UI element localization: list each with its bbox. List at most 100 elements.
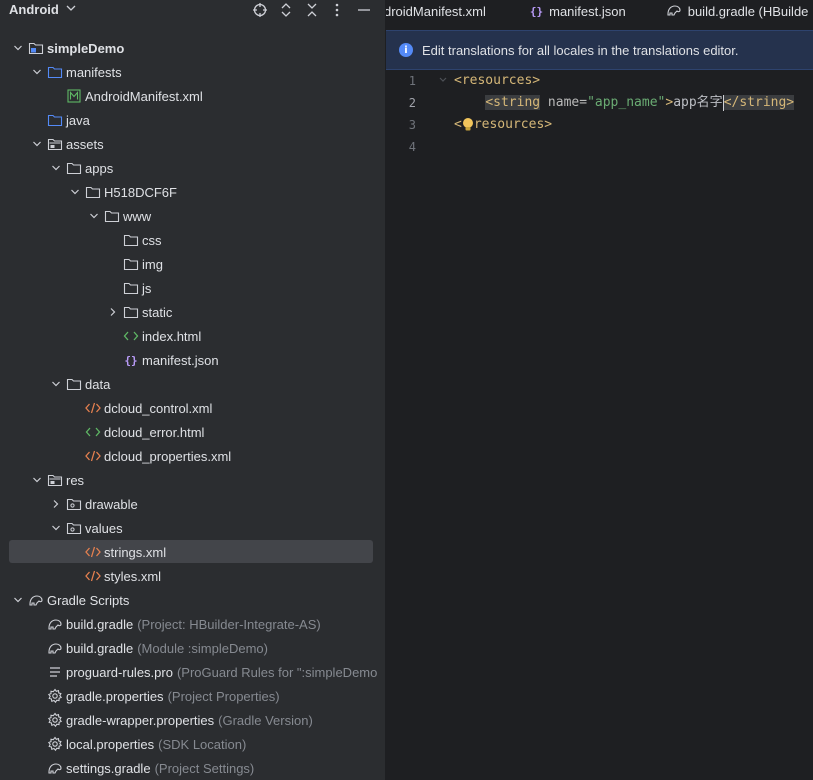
tree-item-label: values (85, 520, 123, 536)
tree-item-label: gradle.properties (66, 688, 164, 704)
tree-item-label: index.html (142, 328, 202, 344)
tree-item[interactable]: Gradle Scripts (0, 588, 385, 612)
tab-android-manifest[interactable]: droidManifest.xml (386, 0, 486, 22)
chevron-down-icon[interactable] (66, 3, 76, 13)
editor-tab-bar: droidManifest.xml {} manifest.json build… (386, 0, 813, 22)
xml-tag-close: </string> (723, 95, 795, 110)
minimize-icon[interactable] (355, 1, 373, 19)
tree-item-label: proguard-rules.pro (66, 664, 173, 680)
tree-item-label: manifest.json (142, 352, 219, 368)
xml-tag: <resources> (454, 73, 541, 88)
tree-item[interactable]: static (0, 300, 385, 324)
chevron-down-icon[interactable] (87, 209, 101, 223)
folder-icon (123, 280, 139, 296)
folder-icon (66, 160, 82, 176)
chevron-down-icon[interactable] (30, 473, 44, 487)
tree-item[interactable]: drawable (0, 492, 385, 516)
chevron-down-icon[interactable] (49, 377, 63, 391)
code-editor[interactable]: < resources> <string name="app_name">app名… (454, 70, 795, 158)
tree-item[interactable]: values (0, 516, 385, 540)
tree-item-hint: (Project Settings) (154, 760, 255, 776)
chevron-down-icon[interactable] (30, 137, 44, 151)
chevron-down-icon[interactable] (68, 185, 82, 199)
editor-area: droidManifest.xml {} manifest.json build… (385, 0, 813, 780)
tree-item-label: js (142, 280, 152, 296)
tree-item[interactable]: settings.gradle (Project Settings) (0, 756, 385, 780)
code-line-3: < resources> (454, 114, 794, 136)
tree-item[interactable]: js (0, 276, 385, 300)
tree-item[interactable]: gradle.properties (Project Properties) (0, 684, 385, 708)
expand-all-icon[interactable] (277, 1, 295, 19)
html-file-icon (85, 424, 101, 440)
tree-item[interactable]: manifests (0, 60, 385, 84)
tree-item-hint: (SDK Location) (158, 736, 247, 752)
tree-item[interactable]: local.properties (SDK Location) (0, 732, 385, 756)
tree-item[interactable]: assets (0, 132, 385, 156)
tree-item[interactable]: build.gradle (Module :simpleDemo) (0, 636, 385, 660)
tree-item[interactable]: proguard-rules.pro (ProGuard Rules for ":… (0, 660, 385, 684)
tree-item[interactable]: dcloud_error.html (0, 420, 385, 444)
tree-item[interactable]: simpleDemo (0, 36, 385, 60)
chevron-right-icon[interactable] (106, 305, 120, 319)
xml-tag-lt: < (454, 117, 462, 132)
tree-item[interactable]: {} manifest.json (0, 348, 385, 372)
chevron-down-icon[interactable] (49, 161, 63, 175)
tree-item[interactable]: apps (0, 156, 385, 180)
tree-item-label: img (142, 256, 163, 272)
chevron-down-icon[interactable] (30, 65, 44, 79)
tree-item[interactable]: styles.xml (0, 564, 385, 588)
settings-file-icon (47, 712, 63, 728)
text-file-icon (47, 664, 63, 680)
lightbulb-icon[interactable] (462, 117, 474, 132)
chevron-down-icon[interactable] (11, 593, 25, 607)
tab-manifest-json[interactable]: {} manifest.json (530, 0, 626, 22)
tree-item-label: strings.xml (104, 544, 167, 560)
tree-item[interactable]: dcloud_control.xml (0, 396, 385, 420)
tree-item[interactable]: css (0, 228, 385, 252)
folder-icon (123, 304, 139, 320)
tree-item[interactable]: index.html (0, 324, 385, 348)
tree-item[interactable]: strings.xml (0, 540, 385, 564)
tree-item[interactable]: res (0, 468, 385, 492)
tab-label: build.gradle (HBuilde (687, 3, 809, 19)
banner-link[interactable]: Edit translations for all locales in the… (422, 43, 739, 58)
tree-item-label: data (85, 376, 111, 392)
tree-item[interactable]: data (0, 372, 385, 396)
tree-item[interactable]: gradle-wrapper.properties (Gradle Version… (0, 708, 385, 732)
tree-item[interactable]: dcloud_properties.xml (0, 444, 385, 468)
more-options-icon[interactable] (328, 1, 346, 19)
tree-item[interactable]: www (0, 204, 385, 228)
tree-item[interactable]: img (0, 252, 385, 276)
tree-item-label: manifests (66, 64, 122, 80)
gradle-icon (47, 616, 63, 632)
code-line-2: <string name="app_name">app名字</string> (454, 92, 795, 114)
line-number: 2 (408, 96, 416, 110)
fold-marker-icon[interactable] (439, 76, 447, 84)
chevron-down-icon[interactable] (49, 521, 63, 535)
tab-label: droidManifest.xml (386, 3, 486, 19)
tree-item[interactable]: build.gradle (Project: HBuilder-Integrate… (0, 612, 385, 636)
tree-item[interactable]: AndroidManifest.xml (0, 84, 385, 108)
project-view-selector[interactable]: Android (9, 2, 59, 17)
locate-file-icon[interactable] (251, 1, 269, 19)
chevron-down-icon[interactable] (11, 41, 25, 55)
folder-icon (66, 376, 82, 392)
xml-file-icon (85, 544, 101, 560)
collapse-all-icon[interactable] (303, 1, 321, 19)
tab-build-gradle[interactable]: build.gradle (HBuilde (666, 0, 809, 22)
chevron-right-icon[interactable] (49, 497, 63, 511)
tree-item[interactable]: java (0, 108, 385, 132)
folder-icon (123, 232, 139, 248)
package-folder-icon (66, 496, 82, 512)
tree-item[interactable]: H518DCF6F (0, 180, 385, 204)
tree-item-label: Gradle Scripts (47, 592, 130, 608)
